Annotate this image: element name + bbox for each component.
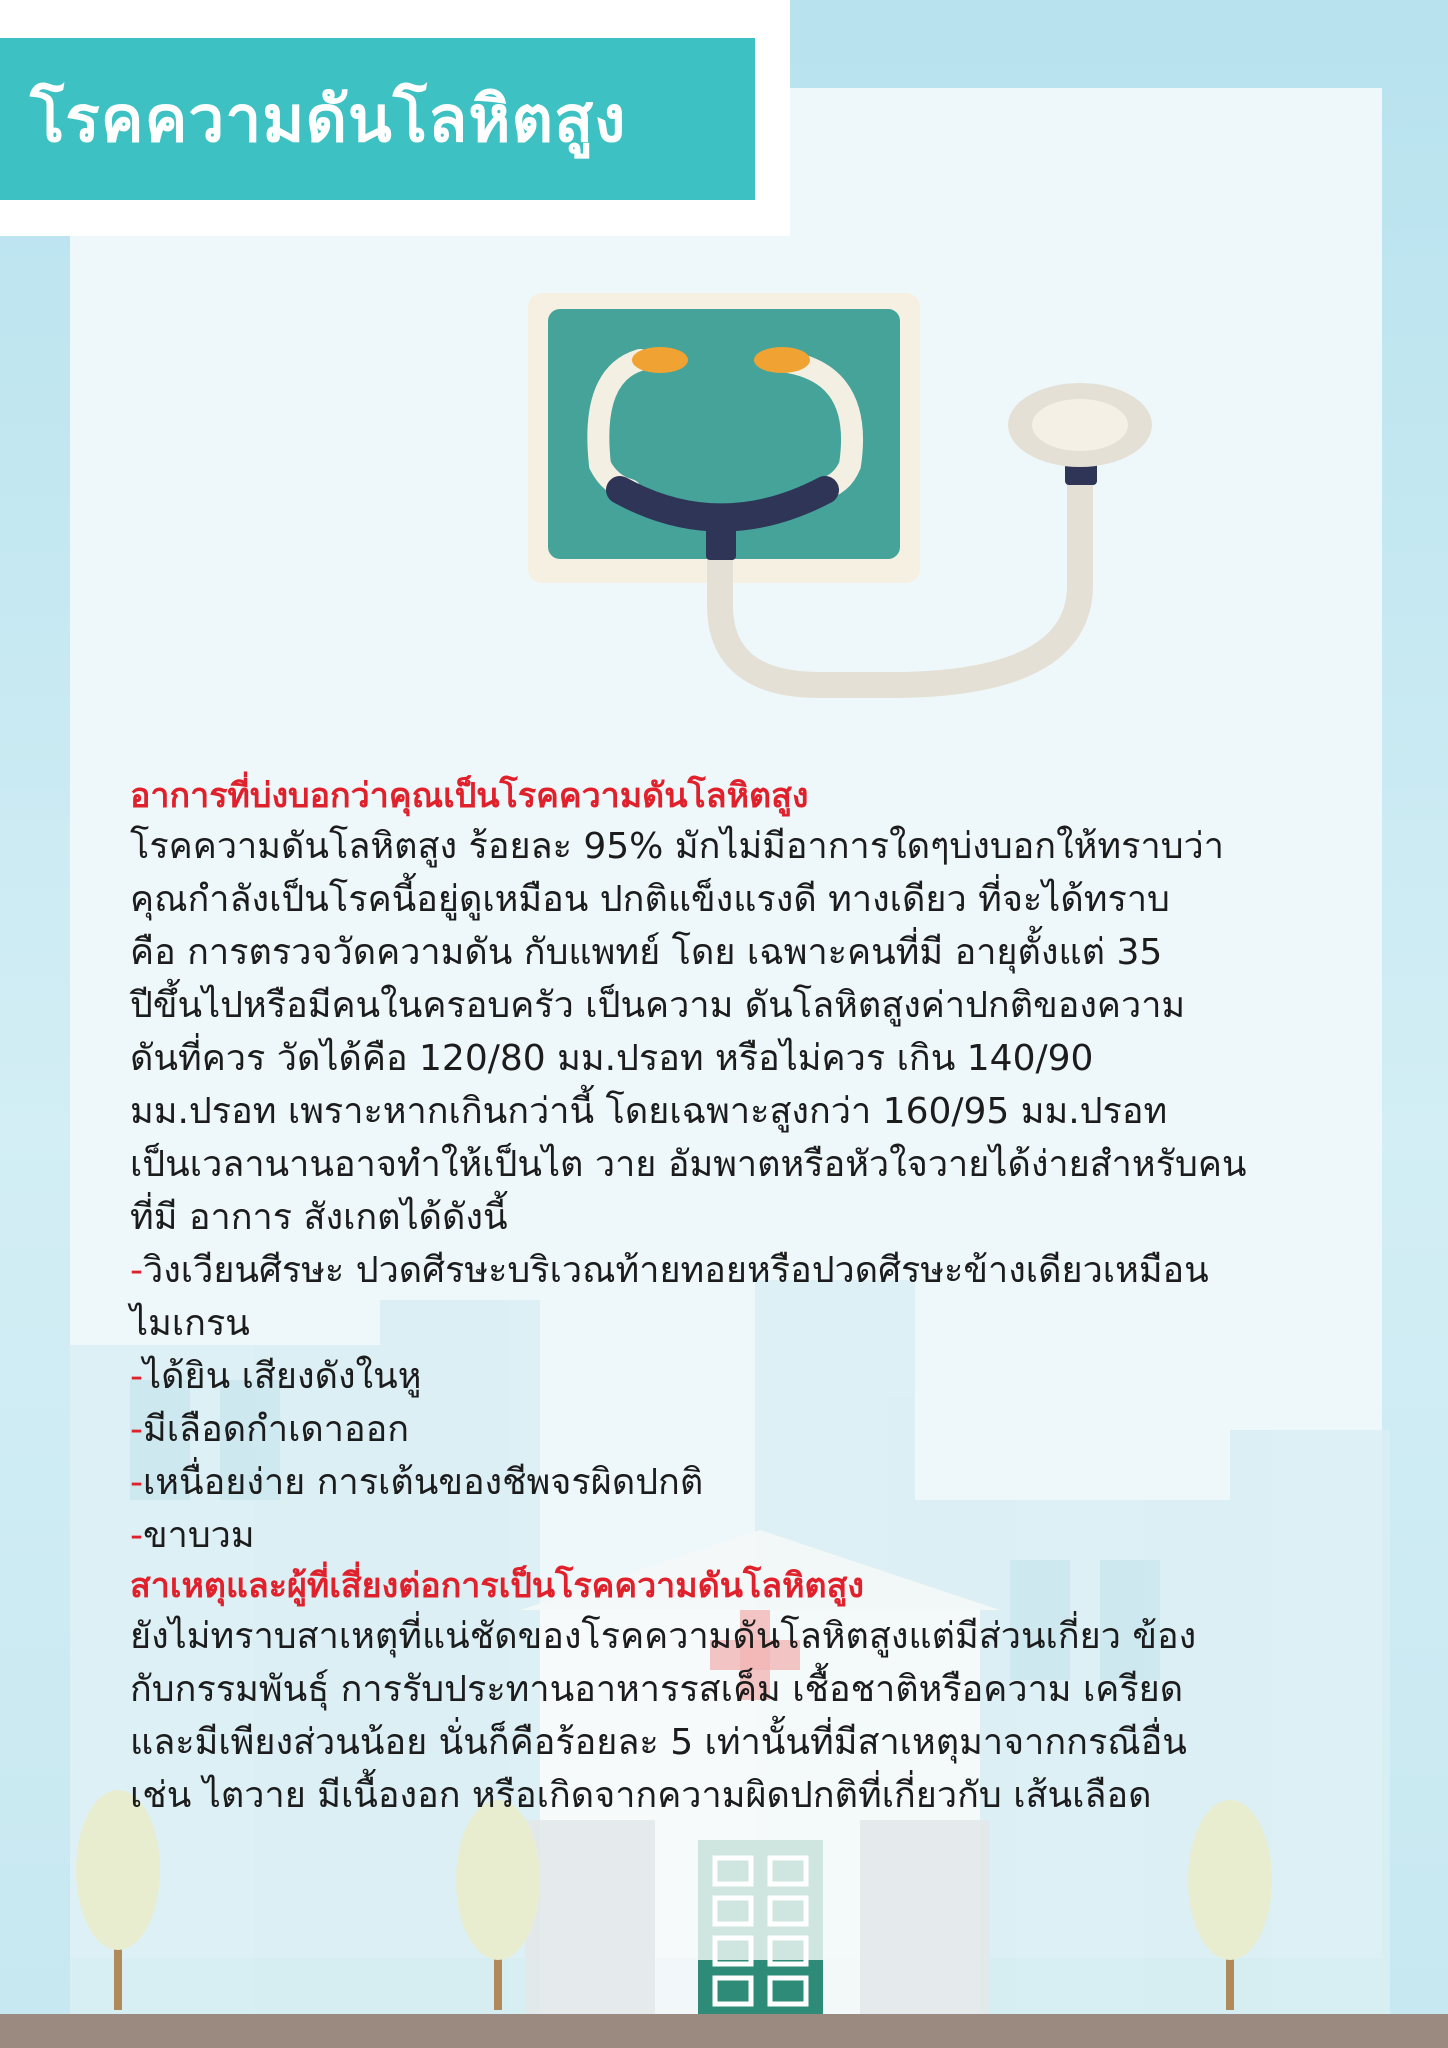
symptom-bullet: -ขาบวม [130,1509,1380,1562]
symptoms-line: คือ การตรวจวัดความดัน กับแพทย์ โดย เฉพาะ… [130,932,1163,973]
bullet-text: วิงเวียนศีรษะ ปวดศีรษะบริเวณท้ายทอยหรือป… [143,1250,1209,1291]
causes-heading: สาเหตุและผู้ที่เสี่ยงต่อการเป็นโรคความดั… [130,1566,864,1606]
bullet-text: มีเลือดกำเดาออก [143,1409,410,1450]
bullet-dash: - [130,1356,143,1397]
bullet-text: เหนื่อยง่าย การเต้นของชีพจรผิดปกติ [143,1462,704,1503]
title-band: โรคความดันโลหิตสูง [0,38,755,200]
causes-line: และมีเพียงส่วนน้อย นั่นก็คือร้อยละ 5 เท่… [130,1722,1187,1763]
bullet-text: ขาบวม [143,1515,255,1556]
symptoms-line: ปีขึ้นไปหรือมีคนในครอบครัว เป็นความ ดันโ… [130,985,1186,1026]
symptom-bullet: -มีเลือดกำเดาออก [130,1403,1380,1456]
title-box: โรคความดันโลหิตสูง [0,0,790,236]
symptoms-line: โรคความดันโลหิตสูง ร้อยละ 95% มักไม่มีอา… [130,826,1224,867]
symptom-bullet: -ได้ยิน เสียงดังในหู [130,1350,1380,1403]
bullet-dash: - [130,1462,143,1503]
causes-line: กับกรรมพันธุ์ การรับประทานอาหารรสเค็ม เช… [130,1669,1184,1710]
bullet-text: ได้ยิน เสียงดังในหู [143,1356,422,1397]
symptoms-heading: อาการที่บ่งบอกว่าคุณเป็นโรคความดันโลหิตส… [130,776,809,816]
bullet-dash: - [130,1250,143,1291]
symptom-bullet: -วิงเวียนศีรษะ ปวดศีรษะบริเวณท้ายทอยหรือ… [130,1244,1380,1297]
symptoms-line: มม.ปรอท เพราะหากเกินกว่านี้ โดยเฉพาะสูงก… [130,1091,1168,1132]
stethoscope-icon [528,293,1152,698]
symptom-bullet-continuation: ไมเกรน [130,1303,250,1344]
bullet-dash: - [130,1515,143,1556]
causes-line: เช่น ไตวาย มีเนื้องอก หรือเกิดจากความผิด… [130,1775,1152,1816]
symptoms-line: ดันที่ควร วัดได้คือ 120/80 มม.ปรอท หรือไ… [130,1038,1094,1079]
page-title: โรคความดันโลหิตสูง [30,83,627,157]
symptoms-line: คุณกำลังเป็นโรคนี้อยู่ดูเหมือน ปกติแข็งแ… [130,879,1170,920]
ground-strip [0,2014,1448,2048]
causes-line: ยังไม่ทราบสาเหตุที่แน่ชัดของโรคความดันโล… [130,1616,1197,1657]
bullet-dash: - [130,1409,143,1450]
symptoms-line: ที่มี อาการ สังเกตได้ดังนี้ [130,1197,508,1238]
article-content: อาการที่บ่งบอกว่าคุณเป็นโรคความดันโลหิตส… [130,772,1380,1822]
symptom-bullet: -เหนื่อยง่าย การเต้นของชีพจรผิดปกติ [130,1456,1380,1509]
symptoms-line: เป็นเวลานานอาจทำให้เป็นไต วาย อัมพาตหรือ… [130,1144,1247,1185]
